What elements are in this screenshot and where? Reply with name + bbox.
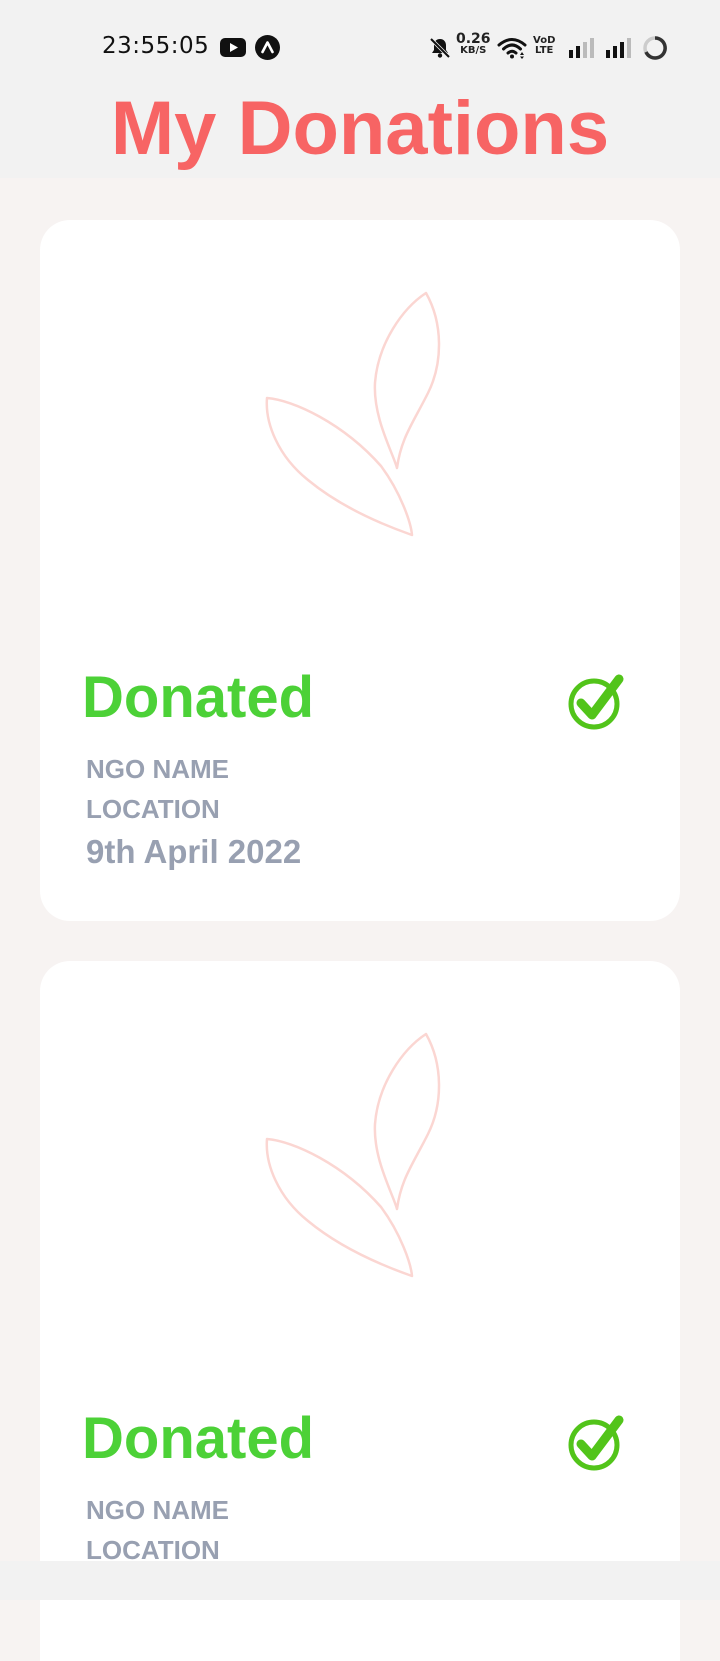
check-circle-icon — [568, 1415, 624, 1471]
battery-ring-icon — [643, 36, 667, 60]
status-bar: 23:55:05 0.26 KB/S VoD LTE — [0, 0, 720, 96]
donation-card-image — [40, 220, 680, 650]
ngo-name: NGO NAME — [86, 754, 229, 784]
page-title: My Donations — [110, 86, 610, 171]
network-speed: 0.26 KB/S — [456, 31, 491, 56]
volte-bottom-label: LTE — [535, 45, 554, 56]
network-speed-value: 0.26 — [456, 31, 491, 47]
donation-status: Donated — [82, 665, 314, 730]
donation-date: 9th April 2022 — [86, 833, 302, 870]
leaf-placeholder-icon — [265, 1032, 441, 1278]
donation-location: LOCATION — [86, 794, 220, 824]
signal-icon — [569, 38, 594, 58]
ngo-name: NGO NAME — [86, 1495, 229, 1525]
donation-card[interactable]: Donated NGO NAME LOCATION 9th April 2022 — [40, 220, 680, 921]
donation-status: Donated — [82, 1406, 314, 1471]
signal-icon-secondary — [606, 38, 631, 58]
volte-indicator: VoD LTE — [533, 36, 555, 56]
leaf-placeholder-icon — [265, 291, 441, 537]
bottom-nav-area — [0, 1561, 720, 1600]
network-speed-unit: KB/S — [460, 45, 487, 56]
bell-off-icon — [429, 37, 451, 59]
donation-card-image — [40, 961, 680, 1391]
youtube-icon — [220, 38, 246, 57]
app-header: 23:55:05 0.26 KB/S VoD LTE My Donations — [0, 0, 720, 178]
check-circle-icon — [568, 674, 624, 730]
donation-card[interactable]: Donated NGO NAME LOCATION — [40, 961, 680, 1661]
wifi-icon — [497, 38, 527, 59]
status-time: 23:55:05 — [102, 33, 210, 59]
app-notification-icon — [255, 35, 280, 60]
